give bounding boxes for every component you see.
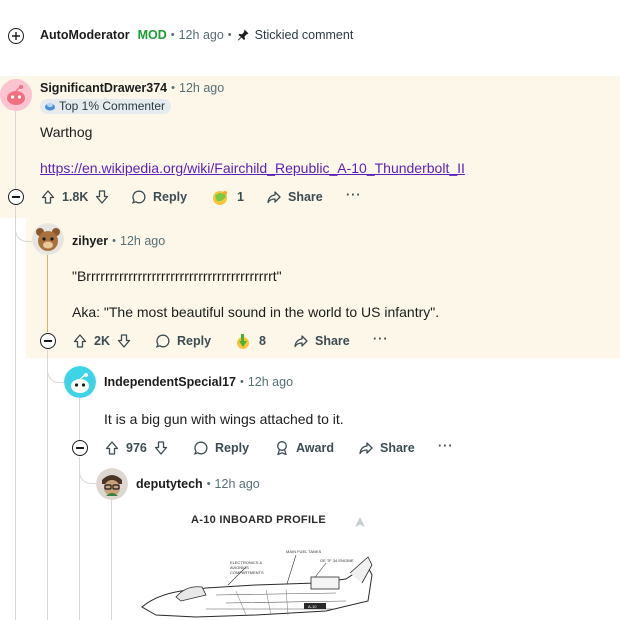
comment-bubble-icon — [193, 441, 208, 455]
downvote-icon[interactable] — [94, 189, 110, 205]
comment-time[interactable]: 12h ago — [215, 477, 260, 491]
comment-header: zihyer • 12h ago — [72, 234, 166, 248]
snoo-avatar-icon — [64, 366, 96, 398]
comment-time[interactable]: 12h ago — [248, 375, 293, 389]
more-options-button[interactable]: ··· — [373, 332, 389, 346]
comment-body: Warthog — [40, 124, 93, 140]
more-options-button[interactable]: ··· — [346, 188, 362, 202]
award-button[interactable]: 8 — [233, 332, 266, 350]
comment-body-line: Aka: "The most beautiful sound in the wo… — [72, 304, 440, 320]
share-icon — [359, 442, 373, 455]
score: 2K — [94, 334, 110, 348]
collapse-thread-button[interactable] — [8, 189, 24, 205]
mod-tag: MOD — [137, 28, 167, 42]
vote-group: 976 — [104, 440, 169, 456]
thread-line — [111, 500, 112, 620]
more-icon: ··· — [373, 332, 389, 346]
thread-line — [15, 110, 16, 190]
avatar[interactable] — [96, 468, 128, 500]
collapse-thread-button[interactable] — [72, 440, 88, 456]
share-icon — [267, 191, 281, 204]
commenter-badge-icon — [45, 102, 55, 111]
expand-thread-button[interactable] — [8, 28, 24, 44]
avatar[interactable] — [32, 223, 64, 255]
more-options-button[interactable]: ··· — [438, 439, 454, 453]
comment-link[interactable]: https://en.wikipedia.org/wiki/Fairchild_… — [40, 160, 465, 176]
upvote-icon[interactable] — [40, 189, 56, 205]
avatar[interactable] — [0, 79, 32, 111]
award-icon — [237, 334, 249, 349]
aircraft-profile-drawing: A-10 — [141, 554, 373, 618]
comment-username[interactable]: deputytech — [136, 477, 203, 491]
downvote-icon[interactable] — [153, 440, 169, 456]
thread-line — [79, 457, 80, 620]
flair: Top 1% Commenter — [40, 98, 172, 116]
bear-avatar-icon — [32, 223, 64, 255]
comment-username[interactable]: SignificantDrawer374 — [40, 81, 167, 95]
share-button[interactable]: Share — [293, 333, 350, 349]
thread-line-highlight — [47, 254, 48, 332]
comment-username[interactable]: zihyer — [72, 234, 108, 248]
minus-icon — [44, 340, 52, 342]
award-button[interactable]: Award — [274, 440, 334, 456]
award-icon — [213, 191, 227, 205]
reply-button[interactable]: Reply — [155, 333, 211, 349]
vote-group: 2K — [72, 333, 132, 349]
comment-header: SignificantDrawer374 • 12h ago — [40, 81, 225, 95]
pin-icon — [237, 29, 249, 41]
thread-line — [47, 350, 48, 620]
thread-line — [79, 398, 80, 440]
comment-bubble-icon — [155, 334, 170, 348]
thread-branch — [79, 466, 96, 484]
score: 1.8K — [62, 190, 89, 204]
more-icon: ··· — [438, 439, 454, 453]
minus-icon — [12, 196, 20, 198]
downvote-icon[interactable] — [116, 333, 132, 349]
automod-header: AutoModerator MOD • 12h ago • Stickied c… — [40, 28, 354, 42]
reply-button[interactable]: Reply — [193, 440, 249, 456]
comment-body-line: "Brrrrrrrrrrrrrrrrrrrrrrrrrrrrrrrrrrrrrr… — [72, 268, 282, 284]
automod-username[interactable]: AutoModerator — [40, 28, 130, 42]
comment-image[interactable]: A-10 INBOARD PROFILE ELECTRONICS & AVION… — [136, 505, 386, 620]
thread-branch — [47, 364, 64, 383]
score: 976 — [126, 441, 147, 455]
stickied-label: Stickied comment — [254, 28, 354, 42]
comment-header: deputytech • 12h ago — [136, 477, 260, 491]
snoo-avatar-icon — [0, 79, 32, 111]
avatar[interactable] — [64, 366, 96, 398]
svg-text:A-10: A-10 — [308, 604, 317, 609]
comment-body: It is a big gun with wings attached to i… — [104, 411, 344, 427]
share-button[interactable]: Share — [358, 440, 415, 456]
vote-group: 1.8K — [40, 189, 110, 205]
collapse-thread-button[interactable] — [40, 333, 56, 349]
comment-time[interactable]: 12h ago — [179, 81, 224, 95]
comment-header: IndependentSpecial17 • 12h ago — [104, 375, 294, 389]
award-button[interactable]: 1 — [211, 188, 244, 206]
comment-username[interactable]: IndependentSpecial17 — [104, 375, 236, 389]
upvote-icon[interactable] — [72, 333, 88, 349]
comment-bubble-icon — [131, 190, 146, 204]
flair-label: Top 1% Commenter — [59, 99, 166, 113]
upvote-icon[interactable] — [104, 440, 120, 456]
avatar-icon — [96, 468, 128, 500]
share-button[interactable]: Share — [266, 189, 323, 205]
award-ribbon-icon — [277, 441, 287, 456]
thread-branch — [15, 222, 32, 242]
minus-icon — [76, 447, 84, 449]
share-icon — [294, 335, 308, 348]
plus-icon — [12, 32, 20, 40]
automod-time[interactable]: 12h ago — [179, 28, 224, 42]
comment-time[interactable]: 12h ago — [120, 234, 165, 248]
more-icon: ··· — [346, 188, 362, 202]
reply-button[interactable]: Reply — [131, 189, 187, 205]
thread-line — [15, 206, 16, 620]
